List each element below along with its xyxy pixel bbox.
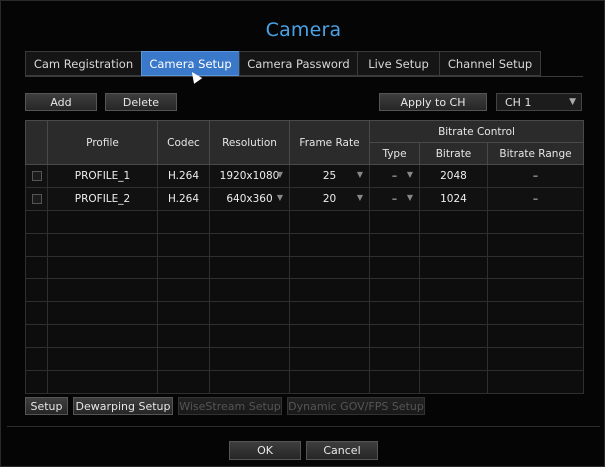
apply-to-ch-button[interactable]: Apply to CH <box>379 93 487 111</box>
empty-row <box>25 232 584 257</box>
add-button[interactable]: Add <box>25 93 97 111</box>
empty-row <box>25 370 584 394</box>
profile-table: Profile Codec Resolution Frame Rate Bitr… <box>25 120 584 394</box>
chevron-down-icon: ▼ <box>276 192 283 202</box>
wisestream-setup-button[interactable]: WiseStream Setup <box>178 397 282 415</box>
tab-bar: Cam Registration Camera Setup Camera Pas… <box>25 51 541 76</box>
row-checkbox[interactable] <box>31 193 42 204</box>
empty-row <box>25 347 584 372</box>
header-bitrate: Bitrate <box>419 142 488 165</box>
chevron-down-icon: ▼ <box>569 97 576 107</box>
dewarping-setup-button[interactable]: Dewarping Setup <box>73 397 173 415</box>
resolution-value: 640x360 <box>226 192 273 205</box>
channel-select-value: CH 1 <box>505 96 532 109</box>
tab-cam-registration[interactable]: Cam Registration <box>25 51 141 76</box>
frame-rate-value: 25 <box>322 169 337 182</box>
empty-row <box>25 324 584 349</box>
tab-divider <box>25 76 583 77</box>
cell-codec: H.264 <box>157 164 210 188</box>
dialog-title: Camera <box>265 19 342 41</box>
channel-select[interactable]: CH 1 ▼ <box>496 93 582 111</box>
cell-profile: PROFILE_1 <box>47 164 158 188</box>
frame-rate-select[interactable]: 25 ▼ <box>289 164 370 188</box>
chevron-down-icon: ▼ <box>356 170 363 179</box>
tab-camera-password[interactable]: Camera Password <box>239 51 357 76</box>
row-checkbox-cell[interactable] <box>25 164 48 188</box>
select-column-header <box>25 120 48 165</box>
header-frame-rate: Frame Rate <box>289 120 370 165</box>
header-bitrate-range: Bitrate Range <box>487 142 584 165</box>
cell-bitrate[interactable]: 1024 <box>419 186 488 211</box>
empty-row <box>25 209 584 234</box>
empty-row <box>25 278 584 303</box>
empty-row <box>25 301 584 326</box>
camera-dialog: Camera Cam Registration Camera Setup Cam… <box>0 0 605 467</box>
ok-button[interactable]: OK <box>229 441 301 460</box>
tab-channel-setup[interactable]: Channel Setup <box>439 51 541 76</box>
chevron-down-icon: ▼ <box>356 192 363 202</box>
resolution-select[interactable]: 1920x1080 ▼ <box>209 164 290 188</box>
frame-rate-value: 20 <box>322 192 337 205</box>
type-select[interactable]: – ▼ <box>369 186 420 211</box>
setup-button[interactable]: Setup <box>25 397 68 415</box>
frame-rate-select[interactable]: 20 ▼ <box>289 186 370 211</box>
cell-bitrate[interactable]: 2048 <box>419 164 488 188</box>
header-codec: Codec <box>157 120 210 165</box>
cell-bitrate-range: – <box>487 164 584 188</box>
cell-profile: PROFILE_2 <box>47 186 158 211</box>
cell-bitrate-range: – <box>487 186 584 211</box>
chevron-down-icon: ▼ <box>406 170 413 179</box>
type-select[interactable]: – ▼ <box>369 164 420 188</box>
header-type: Type <box>369 142 420 165</box>
resolution-select[interactable]: 640x360 ▼ <box>209 186 290 211</box>
header-bitrate-control: Bitrate Control <box>369 120 584 143</box>
type-value: – <box>391 192 398 205</box>
footer-divider <box>7 426 600 427</box>
empty-row <box>25 255 584 280</box>
table-row[interactable]: PROFILE_2 H.264 640x360 ▼ 20 ▼ – ▼ 1024 – <box>25 186 584 211</box>
chevron-down-icon: ▼ <box>276 170 283 179</box>
cell-codec: H.264 <box>157 186 210 211</box>
chevron-down-icon: ▼ <box>406 192 413 202</box>
row-checkbox-cell[interactable] <box>25 186 48 211</box>
table-row[interactable]: PROFILE_1 H.264 1920x1080 ▼ 25 ▼ – ▼ 2048 – <box>25 164 584 188</box>
type-value: – <box>391 169 398 182</box>
row-checkbox[interactable] <box>31 170 42 181</box>
cancel-button[interactable]: Cancel <box>306 441 378 460</box>
tab-live-setup[interactable]: Live Setup <box>357 51 439 76</box>
resolution-value: 1920x1080 <box>219 169 280 182</box>
dynamic-gov-fps-setup-button[interactable]: Dynamic GOV/FPS Setup <box>287 397 425 415</box>
header-profile: Profile <box>47 120 158 165</box>
delete-button[interactable]: Delete <box>105 93 177 111</box>
header-resolution: Resolution <box>209 120 290 165</box>
